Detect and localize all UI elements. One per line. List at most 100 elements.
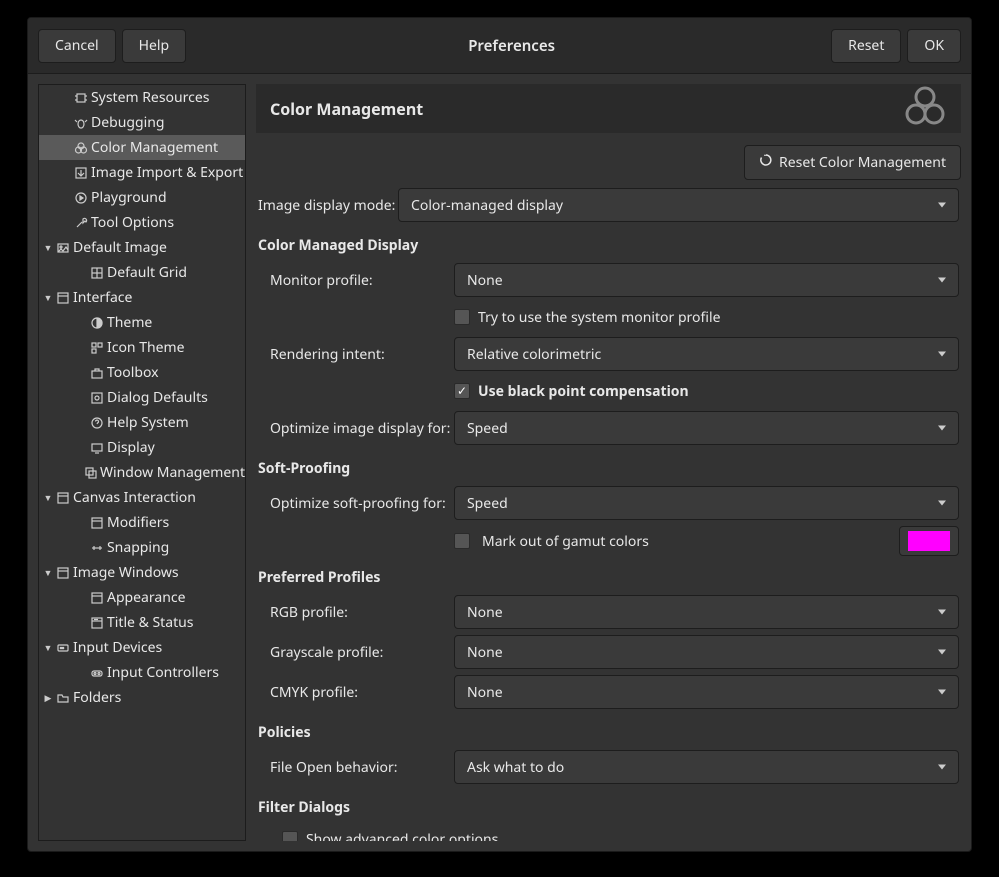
sidebar-item-theme[interactable]: Theme — [39, 310, 245, 335]
sidebar-item-label: Default Grid — [107, 263, 187, 282]
sidebar-item-image-import-export[interactable]: Image Import & Export — [39, 160, 245, 185]
sidebar-item-appearance[interactable]: Appearance — [39, 585, 245, 610]
sidebar-item-window-management[interactable]: Window Management — [39, 460, 245, 485]
title-icon — [89, 615, 105, 631]
help-button[interactable]: Help — [122, 29, 187, 63]
cmyk-profile-label: CMYK profile: — [258, 683, 454, 702]
sidebar-item-color-management[interactable]: Color Management — [39, 135, 245, 160]
file-open-select[interactable]: Ask what to do — [454, 750, 959, 784]
rendering-intent-select[interactable]: Relative colorimetric — [454, 337, 959, 371]
gamut-color-button[interactable] — [899, 526, 959, 556]
folder-icon — [55, 690, 71, 706]
section-soft-proofing: Soft-Proofing — [258, 459, 959, 478]
sidebar-item-label: Appearance — [107, 588, 186, 607]
wm-icon — [84, 465, 98, 481]
section-preferred-profiles: Preferred Profiles — [258, 568, 959, 587]
tree-arrow-icon: ▶ — [41, 691, 55, 704]
tree-arrow-icon: ▼ — [41, 641, 55, 654]
grayscale-profile-value: None — [467, 643, 503, 662]
sidebar-item-modifiers[interactable]: Modifiers — [39, 510, 245, 535]
sidebar-item-help-system[interactable]: Help System — [39, 410, 245, 435]
dialog-icon — [89, 390, 105, 406]
sidebar-item-label: Modifiers — [107, 513, 169, 532]
sidebar-item-interface[interactable]: ▼ Interface — [39, 285, 245, 310]
sidebar-item-label: Image Windows — [73, 563, 179, 582]
controller-icon — [89, 665, 105, 681]
sidebar-item-display[interactable]: Display — [39, 435, 245, 460]
snap-icon — [89, 540, 105, 556]
image-display-mode-select[interactable]: Color-managed display — [398, 188, 959, 222]
grayscale-profile-label: Grayscale profile: — [258, 643, 454, 662]
sidebar-item-label: Debugging — [91, 113, 164, 132]
play-icon — [73, 190, 89, 206]
sidebar-item-folders[interactable]: ▶Folders — [39, 685, 245, 710]
try-system-profile-label: Try to use the system monitor profile — [478, 308, 720, 327]
window-icon — [55, 565, 71, 581]
tree-arrow-icon: ▼ — [41, 291, 55, 304]
black-point-checkbox[interactable] — [454, 383, 470, 399]
sidebar-item-snapping[interactable]: Snapping — [39, 535, 245, 560]
sidebar-item-dialog-defaults[interactable]: Dialog Defaults — [39, 385, 245, 410]
chip-icon — [73, 90, 89, 106]
cmyk-profile-select[interactable]: None — [454, 675, 959, 709]
sidebar-item-label: Help System — [107, 413, 189, 432]
ok-button[interactable]: OK — [907, 29, 961, 63]
content-panel: Color Management Reset Color Management … — [256, 84, 961, 841]
sidebar-item-playground[interactable]: Playground — [39, 185, 245, 210]
sidebar-item-system-resources[interactable]: System Resources — [39, 85, 245, 110]
mark-gamut-checkbox[interactable] — [454, 533, 470, 549]
optimize-display-label: Optimize image display for: — [258, 419, 454, 438]
file-open-value: Ask what to do — [467, 758, 564, 777]
sidebar-item-label: Input Controllers — [107, 663, 219, 682]
monitor-profile-select[interactable]: None — [454, 263, 959, 297]
sidebar-item-toolbox[interactable]: Toolbox — [39, 360, 245, 385]
sidebar-item-label: Dialog Defaults — [107, 388, 208, 407]
sidebar-item-input-devices[interactable]: ▼ Input Devices — [39, 635, 245, 660]
show-advanced-checkbox[interactable] — [282, 831, 298, 841]
icons-icon — [89, 340, 105, 356]
sidebar-item-default-grid[interactable]: Default Grid — [39, 260, 245, 285]
grayscale-profile-select[interactable]: None — [454, 635, 959, 669]
sidebar-item-label: Input Devices — [73, 638, 162, 657]
sidebar-item-canvas-interaction[interactable]: ▼Canvas Interaction — [39, 485, 245, 510]
window-icon — [55, 290, 71, 306]
sidebar-item-title-status[interactable]: Title & Status — [39, 610, 245, 635]
optimize-softproof-value: Speed — [467, 494, 508, 513]
sidebar-item-label: Snapping — [107, 538, 169, 557]
color-management-icon — [903, 84, 947, 133]
preferences-tree[interactable]: System Resources Debugging Color Managemen… — [38, 84, 246, 841]
window-icon — [89, 515, 105, 531]
toolbox-icon — [89, 365, 105, 381]
sidebar-item-label: Toolbox — [107, 363, 159, 382]
cancel-button[interactable]: Cancel — [38, 29, 116, 63]
image-icon — [55, 240, 71, 256]
sidebar-item-label: Tool Options — [91, 213, 174, 232]
reset-button[interactable]: Reset — [831, 29, 901, 63]
bug-icon — [73, 115, 89, 131]
display-icon — [89, 440, 105, 456]
sidebar-item-debugging[interactable]: Debugging — [39, 110, 245, 135]
optimize-softproof-select[interactable]: Speed — [454, 486, 959, 520]
try-system-profile-checkbox[interactable] — [454, 309, 470, 325]
optimize-display-select[interactable]: Speed — [454, 411, 959, 445]
reset-color-management-button[interactable]: Reset Color Management — [744, 145, 961, 180]
sidebar-item-input-controllers[interactable]: Input Controllers — [39, 660, 245, 685]
sidebar-item-tool-options[interactable]: Tool Options — [39, 210, 245, 235]
sidebar-item-icon-theme[interactable]: Icon Theme — [39, 335, 245, 360]
sidebar-item-label: Playground — [91, 188, 167, 207]
file-open-label: File Open behavior: — [258, 758, 454, 777]
sidebar-item-label: Interface — [73, 288, 132, 307]
sidebar-item-label: Color Management — [91, 138, 218, 157]
sidebar-item-default-image[interactable]: ▼Default Image — [39, 235, 245, 260]
theme-icon — [89, 315, 105, 331]
tree-arrow-icon: ▼ — [41, 241, 55, 254]
sidebar-item-image-windows[interactable]: ▼Image Windows — [39, 560, 245, 585]
cmyk-profile-value: None — [467, 683, 503, 702]
monitor-profile-value: None — [467, 271, 503, 290]
reset-icon — [759, 153, 773, 172]
optimize-display-value: Speed — [467, 419, 508, 438]
sidebar-item-label: Theme — [107, 313, 152, 332]
dialog-body: System Resources Debugging Color Managemen… — [28, 74, 971, 851]
rgb-profile-select[interactable]: None — [454, 595, 959, 629]
monitor-profile-label: Monitor profile: — [258, 271, 454, 290]
